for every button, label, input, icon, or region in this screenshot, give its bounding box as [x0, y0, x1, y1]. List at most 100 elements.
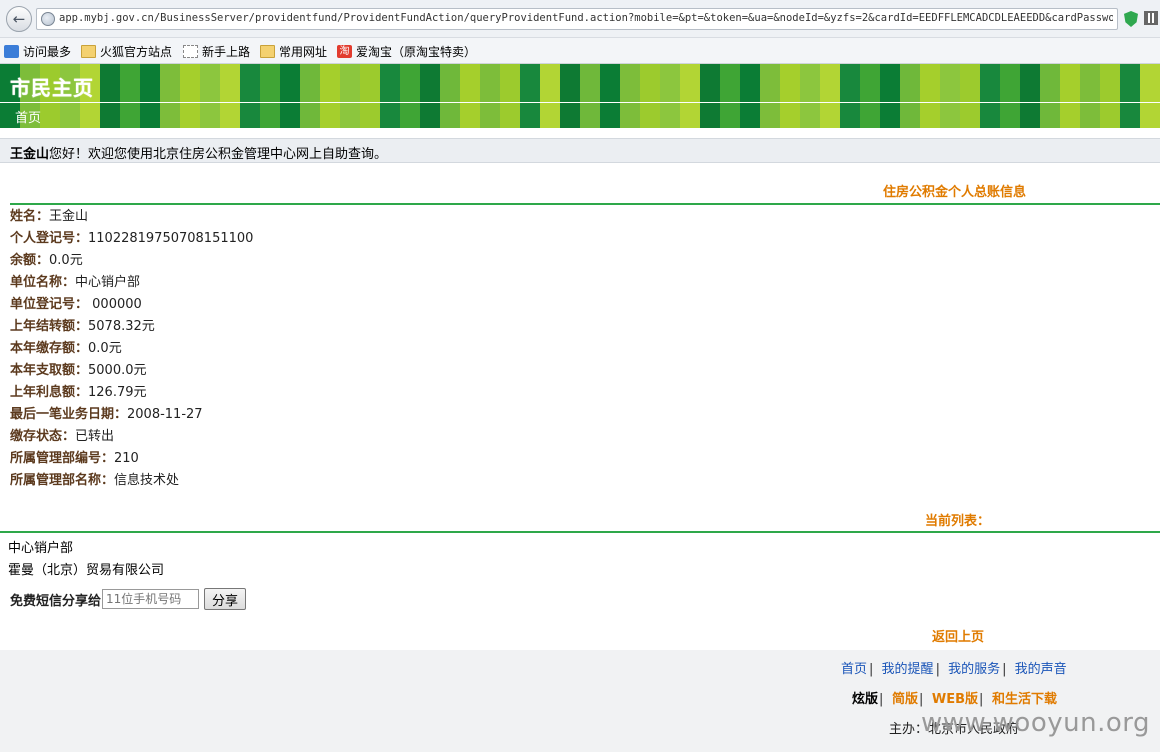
banner-stripe — [600, 64, 620, 128]
welcome-message: 您好！欢迎您使用北京住房公积金管理中心网上自助查询。 — [49, 147, 388, 162]
bookmark-label: 爱淘宝（原淘宝特卖） — [356, 44, 477, 59]
footer-link-home[interactable]: 首页 — [841, 662, 867, 677]
address-bar[interactable]: app.mybj.gov.cn/BusinessServer/provident… — [36, 8, 1118, 30]
bookmark-aitaobao[interactable]: 淘 爱淘宝（原淘宝特卖） — [337, 42, 476, 60]
field-value: 0.0元 — [88, 341, 122, 356]
banner-stripe — [1140, 64, 1160, 128]
account-field-row: 所属管理部编号：210 — [10, 448, 610, 470]
sms-share-label: 免费短信分享给 — [10, 593, 102, 609]
banner-stripe — [360, 64, 380, 128]
banner-stripe — [560, 64, 580, 128]
field-value: 中心销户部 — [75, 275, 141, 290]
footer-link-reminders[interactable]: 我的提醒 — [882, 662, 934, 677]
field-value: 126.79元 — [88, 385, 147, 400]
banner-stripe — [1100, 64, 1120, 128]
user-name: 王金山 — [10, 147, 50, 162]
account-field-row: 缴存状态：已转出 — [10, 426, 610, 448]
account-field-row: 上年结转额：5078.32元 — [10, 316, 610, 338]
account-section-title: 住房公积金个人总账信息 — [883, 185, 1027, 200]
header-divider — [0, 102, 1160, 103]
folder-icon — [81, 44, 96, 58]
field-value: 210 — [114, 451, 139, 466]
phone-number-input[interactable] — [102, 589, 200, 609]
footer-link-voice[interactable]: 我的声音 — [1015, 662, 1067, 677]
field-value: 5078.32元 — [88, 319, 155, 334]
banner-stripe — [620, 64, 640, 128]
account-field-row: 单位名称：中心销户部 — [10, 272, 610, 294]
banner-stripe — [800, 64, 820, 128]
banner-stripe — [840, 64, 860, 128]
banner-stripe — [480, 64, 500, 128]
list-item[interactable]: 中心销户部 — [8, 537, 73, 556]
banner-stripe — [1020, 64, 1040, 128]
field-label: 本年支取额： — [10, 363, 89, 378]
field-value: 110228197507081511​00 — [88, 231, 254, 246]
banner-stripe — [440, 64, 460, 128]
section-divider — [10, 203, 1160, 205]
footer-links: 首页 | 我的提醒 | 我的服务 | 我的声音 — [841, 662, 1067, 677]
account-details: 姓名：王金山个人登记号：110228197507081511​00 余额：0.0元… — [10, 206, 610, 492]
banner-stripe — [200, 64, 220, 128]
field-label: 单位名称： — [10, 275, 76, 290]
account-field-row: 余额：0.0元 — [10, 250, 610, 272]
bookmark-label: 访问最多 — [23, 44, 72, 59]
field-label: 所属管理部名称： — [10, 473, 115, 488]
back-arrow-icon[interactable]: ← — [6, 6, 32, 32]
taobao-icon: 淘 — [337, 44, 352, 58]
banner-stripe — [240, 64, 260, 128]
bookmark-label: 新手上路 — [202, 44, 251, 59]
bookmark-label: 火狐官方站点 — [100, 44, 173, 59]
nav-home-link[interactable]: 首页 — [15, 107, 41, 126]
banner-stripe — [100, 64, 120, 128]
list-item[interactable]: 霍曼（北京）贸易有限公司 — [8, 559, 164, 578]
banner-stripe — [520, 64, 540, 128]
banner-stripe — [220, 64, 240, 128]
banner-stripe — [760, 64, 780, 128]
banner-stripe — [320, 64, 340, 128]
shield-icon[interactable] — [1124, 11, 1138, 27]
banner-stripe — [1000, 64, 1020, 128]
bookmarks-bar: 访问最多 火狐官方站点 新手上路 常用网址 淘 爱淘宝（原淘宝特卖） — [0, 38, 1160, 64]
banner-stripe — [960, 64, 980, 128]
banner-stripe — [1120, 64, 1140, 128]
banner-stripe — [460, 64, 480, 128]
site-logo[interactable]: 市民主页 — [10, 72, 94, 101]
app-download-link[interactable]: 和生活下载 — [992, 692, 1057, 707]
field-label: 姓名： — [10, 209, 50, 224]
banner-stripe — [900, 64, 920, 128]
banner-stripe — [720, 64, 740, 128]
bookmark-most-visited[interactable]: 访问最多 — [4, 42, 71, 60]
url-text[interactable]: app.mybj.gov.cn/BusinessServer/provident… — [59, 12, 1113, 24]
sms-share: 免费短信分享给 分享 — [10, 588, 247, 610]
bookmark-common-sites[interactable]: 常用网址 — [260, 42, 327, 60]
field-value: 已转出 — [75, 429, 115, 444]
banner-stripe — [580, 64, 600, 128]
account-field-row: 单位登记号： 000000 — [10, 294, 610, 316]
banner-stripe — [500, 64, 520, 128]
bookmark-firefox-official[interactable]: 火狐官方站点 — [81, 42, 172, 60]
banner-stripe — [860, 64, 880, 128]
field-label: 所属管理部编号： — [10, 451, 115, 466]
version-links: 炫版| 简版| WEB版| 和生活下载 — [852, 692, 1057, 707]
back-link[interactable]: 返回上页 — [932, 626, 984, 645]
version-current: 炫版 — [852, 692, 879, 707]
field-label: 本年缴存额： — [10, 341, 89, 356]
footer: 首页 | 我的提醒 | 我的服务 | 我的声音 炫版| 简版| WEB版| 和生活下载… — [0, 650, 1160, 752]
banner-stripe — [880, 64, 900, 128]
qr-code-icon[interactable] — [1144, 11, 1158, 25]
share-button[interactable]: 分享 — [204, 588, 247, 610]
bookmark-getting-started[interactable]: 新手上路 — [183, 42, 250, 60]
banner-stripe — [420, 64, 440, 128]
banner-stripe — [340, 64, 360, 128]
field-value: 信息技术处 — [114, 473, 180, 488]
browser-toolbar: ← app.mybj.gov.cn/BusinessServer/provide… — [0, 0, 1160, 38]
field-value: 王金山 — [49, 209, 89, 224]
field-value: 0.0元 — [49, 253, 83, 268]
header-banner — [0, 64, 1160, 128]
account-field-row: 个人登记号：110228197507081511​00 — [10, 228, 610, 250]
footer-link-services[interactable]: 我的服务 — [948, 662, 1000, 677]
banner-stripe — [980, 64, 1000, 128]
banner-stripe — [260, 64, 280, 128]
version-web-link[interactable]: WEB版 — [932, 692, 978, 707]
version-simple-link[interactable]: 简版 — [892, 692, 918, 707]
